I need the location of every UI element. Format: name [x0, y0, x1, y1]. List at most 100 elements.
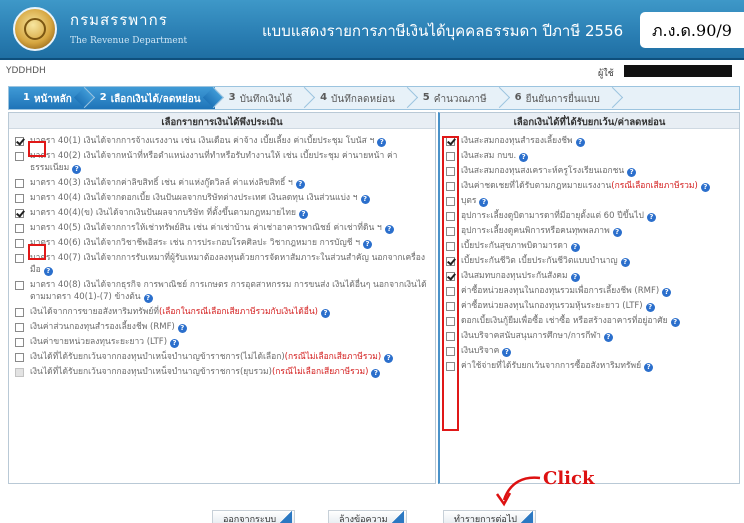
help-icon[interactable]: ?	[612, 228, 622, 237]
form-code-badge: ภ.ง.ด.90/9	[640, 12, 744, 48]
help-icon[interactable]: ?	[170, 339, 180, 348]
deduction-item: เบี้ยประกันสุขภาพบิดามารดา?	[446, 240, 739, 252]
income-item: เงินได้จากการขายอสังหาริมทรัพย์ที่(เลือก…	[15, 306, 435, 318]
header: กรมสรรพากร The Revenue Department แบบแสด…	[0, 0, 744, 60]
help-icon[interactable]: ?	[603, 333, 613, 342]
deduction-item: เงินบริจาค?	[446, 345, 739, 357]
income-item: มาตรา 40(4) เงินได้จากดอกเบี้ย เงินปันผล…	[15, 192, 435, 204]
button-arrow-icon	[520, 511, 533, 523]
help-icon[interactable]: ?	[620, 258, 630, 267]
checkbox[interactable]	[15, 179, 24, 188]
deduction-item: ดอกเบี้ยเงินกู้ยืมเพื่อซื้อ เช่าซื้อ หรื…	[446, 315, 739, 327]
deduction-item: เงินสะสมกองทุนสงเคราะห์ครูโรงเรียนเอกชน?	[446, 165, 739, 177]
income-item: เงินได้ที่ได้รับยกเว้นจากกองทุนบำเหน็จบำ…	[15, 351, 435, 363]
next-button-label: ทำรายการต่อไป	[454, 515, 517, 523]
help-icon[interactable]: ?	[295, 180, 305, 189]
help-icon[interactable]: ?	[321, 309, 330, 318]
checkbox[interactable]	[15, 308, 24, 317]
logout-button[interactable]: ออกจากระบบ	[212, 510, 296, 523]
help-icon[interactable]: ?	[377, 138, 387, 147]
checkbox[interactable]	[15, 353, 24, 362]
help-icon[interactable]: ?	[371, 369, 381, 378]
checkbox-checked[interactable]	[15, 209, 24, 218]
deduction-item: เงินสมทบกองทุนประกันสังคม?	[446, 270, 739, 282]
income-item: มาตรา 40(3) เงินได้จากค่าลิขสิทธิ์ เช่น …	[15, 177, 435, 189]
help-icon[interactable]: ?	[519, 153, 529, 162]
item-text: เงินสมทบกองทุนประกันสังคม	[461, 271, 568, 281]
help-icon[interactable]: ?	[645, 303, 655, 312]
item-note: (เลือกในกรณีเลือกเสียภาษีรวมกับเงินได้อื…	[158, 307, 318, 317]
help-icon[interactable]: ?	[570, 273, 580, 282]
checkbox[interactable]	[15, 254, 24, 263]
item-text: เงินค่าส่วนกองทุนสำรองเลี้ยงชีพ (RMF)	[30, 322, 175, 332]
help-icon[interactable]: ?	[72, 165, 82, 174]
help-icon[interactable]: ?	[384, 225, 394, 234]
help-icon[interactable]: ?	[360, 195, 370, 204]
help-icon[interactable]: ?	[570, 243, 580, 252]
income-item: เงินค่าขายหน่วยลงทุนระยะยาว (LTF)?	[15, 336, 435, 348]
wizard-step-4[interactable]: 4 บันทึกลดหย่อน	[306, 87, 409, 109]
help-icon[interactable]: ?	[479, 198, 489, 207]
help-icon[interactable]: ?	[384, 354, 394, 363]
clear-button[interactable]: ล้างข้อความ	[328, 510, 407, 523]
item-label: มาตรา 40(4)(ข) เงินได้จากเงินปันผลจากบริ…	[30, 207, 435, 219]
help-icon[interactable]: ?	[662, 288, 672, 297]
wizard-step-6[interactable]: 6 ยืนยันการยื่นแบบ	[501, 87, 614, 109]
item-text: เบี้ยประกันชีวิต เบี้ยประกันชีวิตแบบบำนา…	[461, 256, 618, 266]
item-label: เงินได้ที่ได้รับยกเว้นจากกองทุนบำเหน็จบำ…	[30, 366, 435, 378]
item-text: เงินได้ที่ได้รับยกเว้นจากกองทุนบำเหน็จบำ…	[30, 352, 285, 362]
help-icon[interactable]: ?	[644, 363, 654, 372]
checkbox[interactable]	[15, 338, 24, 347]
checkbox-checked[interactable]	[15, 137, 24, 146]
help-icon[interactable]: ?	[627, 168, 637, 177]
item-text: เงินค่าขายหน่วยลงทุนระยะยาว (LTF)	[30, 337, 168, 347]
item-label: เงินสะสมกองทุนสงเคราะห์ครูโรงเรียนเอกชน?	[461, 165, 739, 177]
help-icon[interactable]: ?	[502, 348, 512, 357]
item-label: เงินค่าขายหน่วยลงทุนระยะยาว (LTF)?	[30, 336, 435, 348]
wizard-step-1[interactable]: 1 หน้าหลัก	[9, 87, 86, 109]
checkbox[interactable]	[15, 194, 24, 203]
checkbox[interactable]	[15, 224, 24, 233]
item-text: มาตรา 40(3) เงินได้จากค่าลิขสิทธิ์ เช่น …	[30, 178, 293, 188]
help-icon[interactable]: ?	[700, 183, 710, 192]
deduction-item: เงินบริจาคสนับสนุนการศึกษา/การกีฬา?	[446, 330, 739, 342]
income-item: เงินค่าส่วนกองทุนสำรองเลี้ยงชีพ (RMF)?	[15, 321, 435, 333]
item-label: เงินค่าชดเชยที่ได้รับตามกฎหมายแรงงาน(กรณ…	[461, 180, 739, 192]
wizard-step-3[interactable]: 3 บันทึกเงินได้	[215, 87, 306, 109]
item-label: บุตร?	[461, 195, 739, 207]
help-icon[interactable]: ?	[646, 213, 656, 222]
redacted-user-name	[624, 65, 732, 77]
next-button[interactable]: ทำรายการต่อไป	[443, 510, 536, 523]
checkbox[interactable]	[15, 281, 24, 290]
step-label: บันทึกเงินได้	[239, 94, 293, 105]
item-text: เงินบริจาค	[461, 346, 500, 356]
deduction-item: ค่าใช้จ่ายที่ได้รับยกเว้นจากการซื้ออสังห…	[446, 360, 739, 372]
checkbox[interactable]	[15, 323, 24, 332]
help-icon[interactable]: ?	[143, 294, 153, 303]
item-label: มาตรา 40(7) เงินได้จากการรับเหมาที่ผู้รั…	[30, 252, 435, 276]
item-text: มาตรา 40(7) เงินได้จากการรับเหมาที่ผู้รั…	[30, 253, 425, 275]
income-panel-title: เลือกรายการเงินได้พึงประเมิน	[9, 113, 435, 129]
item-note: (กรณีเลือกเสียภาษีรวม)	[611, 181, 698, 191]
checkbox[interactable]	[15, 239, 24, 248]
item-text: มาตรา 40(2) เงินได้จากหน้าที่หรือตำแหน่ง…	[30, 151, 398, 173]
help-icon[interactable]: ?	[43, 267, 53, 276]
help-icon[interactable]: ?	[299, 210, 308, 219]
checkbox[interactable]	[15, 152, 24, 161]
help-icon[interactable]: ?	[363, 240, 372, 249]
session-id: YDDHDH	[6, 66, 46, 76]
item-text: ดอกเบี้ยเงินกู้ยืมเพื่อซื้อ เช่าซื้อ หรื…	[461, 316, 668, 326]
step-label: บันทึกลดหย่อน	[331, 94, 395, 105]
deduction-item: เงินสะสม กบข.?	[446, 150, 739, 162]
item-note: (กรณีไม่เลือกเสียภาษีรวม)	[271, 367, 369, 377]
item-label: มาตรา 40(5) เงินได้จากการให้เช่าทรัพย์สิ…	[30, 222, 435, 234]
item-label: เบี้ยประกันชีวิต เบี้ยประกันชีวิตแบบบำนา…	[461, 255, 739, 267]
help-icon[interactable]: ?	[575, 138, 585, 147]
item-text: ค่าซื้อหน่วยลงทุนในกองทุนรวมหุ้นระยะยาว …	[461, 301, 643, 311]
help-icon[interactable]: ?	[177, 324, 187, 333]
item-note: (กรณีไม่เลือกเสียภาษีรวม)	[284, 352, 382, 362]
wizard-step-2[interactable]: 2 เลือกเงินได้/ลดหย่อน	[85, 87, 215, 109]
clear-button-label: ล้างข้อความ	[339, 515, 388, 523]
wizard-step-5[interactable]: 5 คำนวณภาษี	[409, 87, 501, 109]
help-icon[interactable]: ?	[670, 318, 680, 327]
